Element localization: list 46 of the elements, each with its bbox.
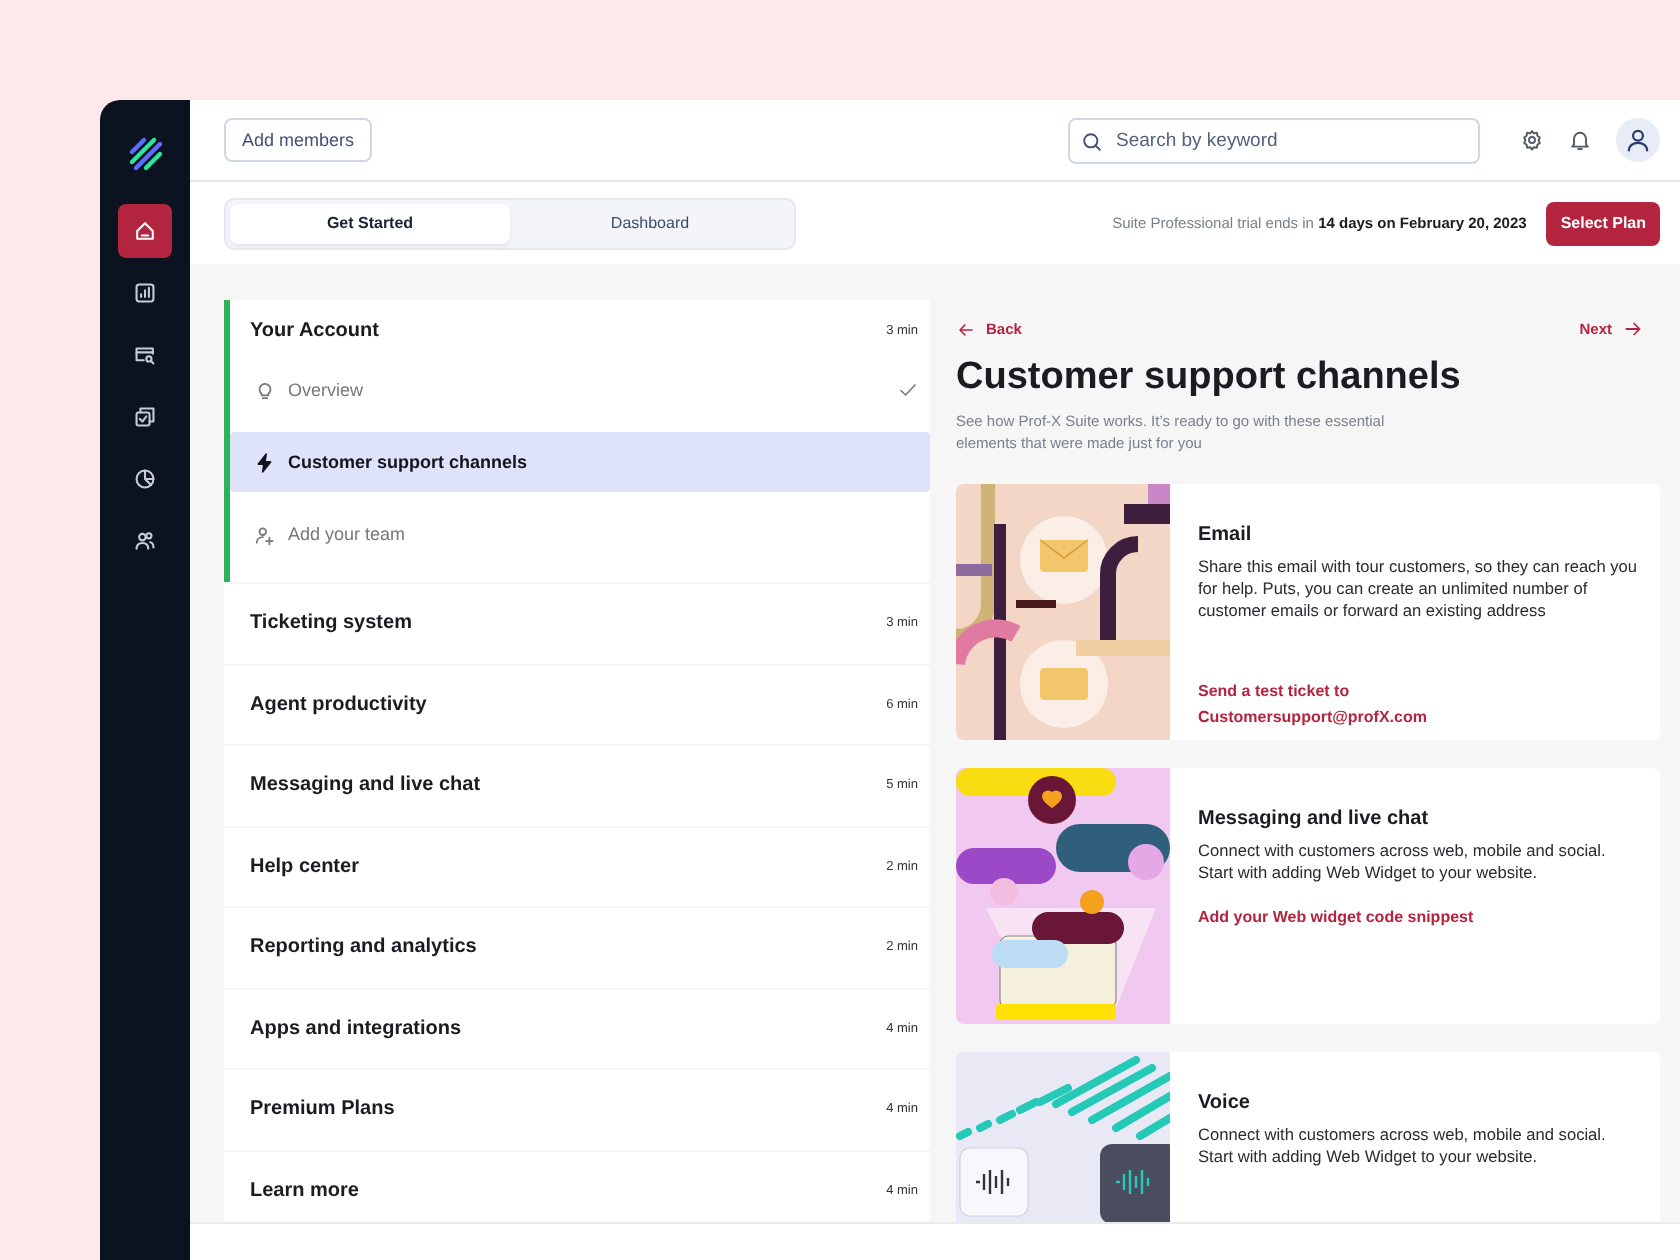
- users-icon: [132, 528, 158, 554]
- card-description: Connect with customers across web, mobile and social. Start with adding Web Widget to your website.: [1198, 840, 1608, 884]
- section-title[interactable]: Premium Plans: [250, 1098, 395, 1121]
- search-icon: [1080, 129, 1104, 153]
- settings-icon[interactable]: [1520, 128, 1544, 152]
- add-user-icon: [254, 523, 276, 545]
- search-field[interactable]: Search by keyword: [1068, 117, 1480, 163]
- card-description: Share this email with tour customers, so they can reach you for help. Puts, you can create an unlimited number of customer emails or forward an existing address: [1198, 556, 1640, 622]
- section-title[interactable]: Apps and integrations: [250, 1017, 462, 1040]
- home-icon: [132, 218, 158, 244]
- section-title[interactable]: Your Account: [250, 319, 379, 341]
- section-title[interactable]: Agent productivity: [250, 693, 427, 716]
- tab[interactable]: Get Started: [230, 203, 510, 243]
- card-title: Voice: [1198, 1092, 1252, 1114]
- card-search-icon: [132, 342, 158, 368]
- add-members-button[interactable]: Add members: [224, 118, 373, 162]
- step-item[interactable]: Customer support channels: [230, 432, 930, 492]
- avatar-button[interactable]: [1616, 118, 1660, 162]
- lightning-icon: [254, 451, 276, 473]
- nav-button[interactable]: [118, 204, 172, 258]
- logo-icon: [125, 134, 165, 174]
- section-title[interactable]: Messaging and live chat: [250, 774, 481, 797]
- tab[interactable]: Dashboard: [510, 203, 790, 243]
- copy-check-icon: [132, 404, 158, 430]
- user-icon: [1624, 126, 1652, 154]
- card-link[interactable]: Add your Web widget code snippest: [1198, 908, 1640, 928]
- check-icon: [898, 380, 918, 400]
- card-link[interactable]: Send a test ticket to: [1198, 682, 1640, 702]
- step-item[interactable]: Add your team: [230, 504, 930, 564]
- section-title[interactable]: Reporting and analytics: [250, 936, 477, 959]
- page-title: Customer support channels: [956, 356, 1463, 400]
- card-title: Email: [1198, 524, 1254, 546]
- pie-chart-icon: [132, 466, 158, 492]
- notification-icon[interactable]: [1568, 128, 1592, 152]
- arrow-left-icon: [956, 319, 976, 339]
- card-link[interactable]: Customersupport@profX.com: [1198, 708, 1640, 728]
- select-plan-button[interactable]: Select Plan: [1546, 201, 1660, 245]
- card-description: Connect with customers across web, mobile and social. Start with adding Web Widget to your website.: [1198, 1124, 1608, 1168]
- lightbulb-icon: [254, 379, 276, 401]
- arrow-right-icon: [1622, 318, 1644, 340]
- card-title: Messaging and live chat: [1198, 808, 1431, 830]
- step-item[interactable]: Overview: [230, 360, 930, 420]
- section-title[interactable]: Learn more: [250, 1179, 359, 1202]
- section-title[interactable]: Ticketing system: [250, 612, 412, 635]
- section-title[interactable]: Help center: [250, 855, 359, 878]
- bar-chart-icon: [132, 280, 158, 306]
